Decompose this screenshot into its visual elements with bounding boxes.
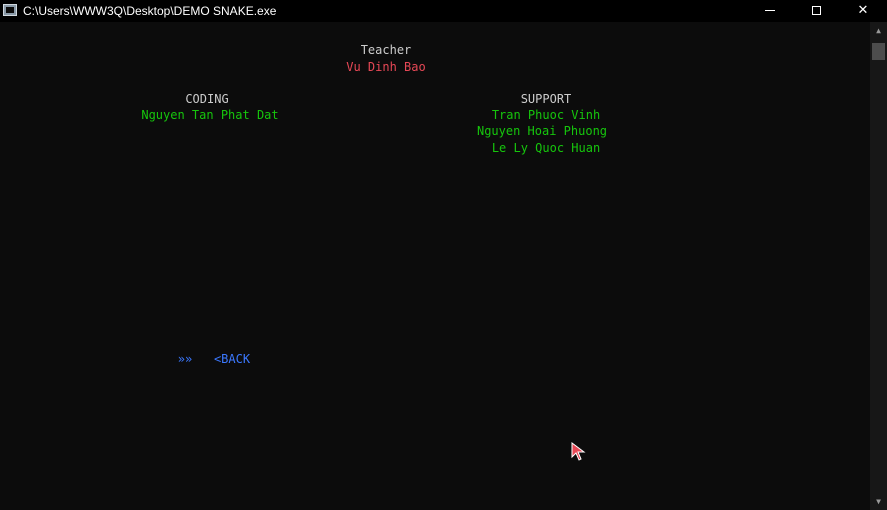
mouse-pointer-icon	[571, 442, 586, 461]
support-member: Le Ly Quoc Huan	[491, 141, 601, 155]
coding-member: Nguyen Tan Phat Dat	[141, 108, 279, 122]
support-member: Nguyen Hoai Phuong	[476, 124, 608, 138]
maximize-icon	[811, 6, 821, 15]
minimize-button[interactable]	[747, 0, 793, 22]
support-member: Tran Phuoc Vinh	[491, 108, 601, 122]
scrollbar-thumb[interactable]	[872, 43, 885, 60]
support-heading: SUPPORT	[520, 92, 572, 106]
close-button[interactable]: ✕	[840, 0, 886, 22]
vertical-scrollbar[interactable]: ▲ ▼	[870, 22, 887, 510]
teacher-name: Vu Dinh Bao	[346, 60, 426, 74]
maximize-button[interactable]	[793, 0, 839, 22]
minimize-icon	[765, 10, 775, 11]
scroll-up-arrow-icon[interactable]: ▲	[870, 22, 887, 39]
back-menu-item[interactable]: <BACK	[214, 351, 250, 367]
close-icon: ✕	[857, 3, 869, 18]
menu-selector-arrow: »»	[177, 352, 193, 366]
scroll-down-arrow-icon[interactable]: ▼	[870, 493, 887, 510]
console-app-icon	[3, 4, 17, 16]
title-bar[interactable]: C:\Users\WWW3Q\Desktop\DEMO SNAKE.exe ✕	[0, 0, 887, 22]
console-output: Teacher Vu Dinh Bao CODING Nguyen Tan Ph…	[0, 22, 870, 510]
console-window: C:\Users\WWW3Q\Desktop\DEMO SNAKE.exe ✕ …	[0, 0, 887, 510]
coding-heading: CODING	[185, 92, 229, 106]
teacher-heading: Teacher	[360, 43, 412, 57]
window-title: C:\Users\WWW3Q\Desktop\DEMO SNAKE.exe	[23, 4, 277, 18]
